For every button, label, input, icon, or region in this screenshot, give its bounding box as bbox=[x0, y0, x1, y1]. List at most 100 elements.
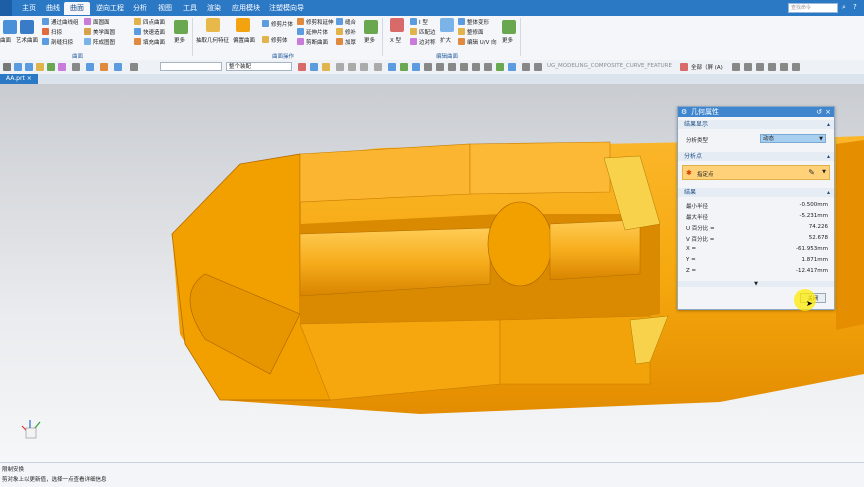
ribbon-more-1[interactable]: 更多 bbox=[174, 36, 185, 44]
section-analysis-point[interactable]: 分析点 ▴ bbox=[678, 152, 834, 161]
copy-icon[interactable] bbox=[47, 63, 55, 71]
ribbon-more-3[interactable]: 更多 bbox=[502, 36, 513, 44]
select-icon[interactable] bbox=[310, 63, 318, 71]
ribbon-through-curves[interactable]: 通过曲线组 bbox=[51, 18, 79, 26]
offset-surface-icon[interactable] bbox=[236, 18, 250, 32]
chevron-down-icon[interactable]: ▼ bbox=[819, 135, 823, 144]
document-tab-aa[interactable]: AA.prt × bbox=[0, 74, 38, 84]
more-surface-icon[interactable] bbox=[174, 20, 188, 34]
section-results[interactable]: 结果 ▴ bbox=[678, 188, 834, 197]
close-button[interactable]: 关闭 bbox=[800, 293, 826, 303]
point-icon[interactable] bbox=[322, 63, 330, 71]
arc-icon[interactable] bbox=[336, 63, 344, 71]
close-icon[interactable]: × bbox=[27, 75, 32, 82]
option2-icon[interactable] bbox=[744, 63, 752, 71]
clear-icon[interactable] bbox=[680, 63, 688, 71]
trim-sheet-icon[interactable] bbox=[262, 20, 269, 27]
option4-icon[interactable] bbox=[768, 63, 776, 71]
ribbon-extract-geometry[interactable]: 抽取几何特征 bbox=[196, 36, 229, 44]
file-menu-button[interactable] bbox=[0, 0, 12, 16]
analysis-type-select[interactable]: 动态 ▼ bbox=[760, 134, 826, 143]
edge-symmetry-icon[interactable] bbox=[410, 38, 417, 45]
cut-icon[interactable] bbox=[36, 63, 44, 71]
ribbon-i-form[interactable]: I 型 bbox=[419, 18, 428, 26]
snap-icon[interactable] bbox=[298, 63, 306, 71]
swept-icon[interactable] bbox=[42, 28, 49, 35]
match-edge-icon[interactable] bbox=[410, 28, 417, 35]
offset-icon[interactable] bbox=[448, 63, 456, 71]
analysis-icon[interactable] bbox=[508, 63, 516, 71]
aesthetic-blend-icon[interactable] bbox=[84, 28, 91, 35]
ribbon-rapid-surfacing[interactable]: 快速造面 bbox=[143, 28, 165, 36]
mesh-surface-icon[interactable] bbox=[84, 38, 91, 45]
assembly-scope-select[interactable]: 整个装配 bbox=[226, 62, 292, 71]
option1-icon[interactable] bbox=[732, 63, 740, 71]
refit-face-icon[interactable] bbox=[458, 28, 465, 35]
ribbon-match-edge[interactable]: 匹配边 bbox=[419, 28, 436, 36]
trim-extend-icon[interactable] bbox=[297, 18, 304, 25]
fill-surface-icon[interactable] bbox=[134, 38, 141, 45]
ribbon-divide-face[interactable]: 剪断曲面 bbox=[306, 38, 328, 46]
section-sweep-icon[interactable] bbox=[42, 38, 49, 45]
bridge-icon[interactable] bbox=[484, 63, 492, 71]
ribbon-refit-face[interactable]: 整修面 bbox=[467, 28, 484, 36]
paste-icon[interactable] bbox=[58, 63, 66, 71]
tab-tools[interactable]: 工具 bbox=[183, 3, 197, 13]
wcs-icon[interactable] bbox=[388, 63, 396, 71]
ribbon-enlarge[interactable]: 扩大 bbox=[440, 36, 451, 44]
option6-icon[interactable] bbox=[792, 63, 800, 71]
spline-icon[interactable] bbox=[436, 63, 444, 71]
ribbon-swept[interactable]: 扫掠 bbox=[51, 28, 62, 36]
reset-icon[interactable]: ↺ bbox=[816, 107, 822, 117]
move-icon[interactable] bbox=[522, 63, 530, 71]
ribbon-section-sweep[interactable]: 剖缝扫掠 bbox=[51, 38, 73, 46]
display-icon[interactable] bbox=[100, 63, 108, 71]
thicken-icon[interactable] bbox=[336, 38, 343, 45]
sew-icon[interactable] bbox=[336, 18, 343, 25]
tab-reverse-engineering[interactable]: 逆向工程 bbox=[96, 3, 124, 13]
undo-icon[interactable] bbox=[14, 63, 22, 71]
type-filter-select[interactable] bbox=[160, 62, 222, 71]
ribbon-trim-sheet[interactable]: 修剪片体 bbox=[271, 20, 293, 28]
project-icon[interactable] bbox=[460, 63, 468, 71]
point-dialog-icon[interactable]: ✎ bbox=[808, 168, 815, 177]
ribbon-extend-sheet[interactable]: 延伸片体 bbox=[306, 28, 328, 36]
x-form-icon[interactable] bbox=[390, 18, 404, 32]
trim-body-icon[interactable] bbox=[262, 36, 269, 43]
ribbon-offset-surface[interactable]: 偏置曲面 bbox=[233, 36, 255, 44]
grid-icon[interactable] bbox=[400, 63, 408, 71]
command-search-input[interactable]: 查找命令 bbox=[788, 3, 838, 13]
tab-mold-wizard[interactable]: 注塑模向导 bbox=[269, 3, 304, 13]
divide-face-icon[interactable] bbox=[297, 38, 304, 45]
ribbon-x-form[interactable]: X 型 bbox=[390, 36, 401, 44]
ribbon-surface-label[interactable]: 曲面 bbox=[0, 36, 11, 44]
rapid-surfacing-icon[interactable] bbox=[134, 28, 141, 35]
ribbon-fill-surface[interactable]: 填充曲面 bbox=[143, 38, 165, 46]
layer-icon[interactable] bbox=[86, 63, 94, 71]
face-blend-icon[interactable] bbox=[84, 18, 91, 25]
view-icon[interactable] bbox=[130, 63, 138, 71]
tangent-icon[interactable] bbox=[412, 63, 420, 71]
ribbon-four-point-surface[interactable]: 四点曲面 bbox=[143, 18, 165, 26]
ribbon-trim-extend[interactable]: 修剪和延伸 bbox=[306, 18, 334, 26]
extend-sheet-icon[interactable] bbox=[297, 28, 304, 35]
ribbon-face-blend[interactable]: 面圆面 bbox=[93, 18, 110, 26]
search-icon[interactable]: ⌕ bbox=[842, 3, 846, 12]
render-style-icon[interactable] bbox=[114, 63, 122, 71]
section-result-display[interactable]: 结果显示 ▴ bbox=[678, 120, 834, 129]
tab-application[interactable]: 应用模块 bbox=[232, 3, 260, 13]
through-curves-icon[interactable] bbox=[42, 18, 49, 25]
intersect-icon[interactable] bbox=[472, 63, 480, 71]
ribbon-edit-uv[interactable]: 编辑 U/V 向 bbox=[467, 38, 497, 46]
option5-icon[interactable] bbox=[780, 63, 788, 71]
expand-more-icon[interactable]: ▼ bbox=[678, 281, 834, 287]
scope-text[interactable]: 全部（屏 (A) bbox=[691, 63, 723, 71]
ribbon-more-2[interactable]: 更多 bbox=[364, 36, 375, 44]
collapse-icon[interactable]: ▴ bbox=[827, 120, 830, 129]
enlarge-icon[interactable] bbox=[440, 18, 454, 32]
tab-view[interactable]: 视图 bbox=[158, 3, 172, 13]
i-form-icon[interactable] bbox=[410, 18, 417, 25]
global-shaping-icon[interactable] bbox=[458, 18, 465, 25]
extract-geometry-icon[interactable] bbox=[206, 18, 220, 32]
chevron-down-icon[interactable]: ▼ bbox=[822, 169, 826, 175]
